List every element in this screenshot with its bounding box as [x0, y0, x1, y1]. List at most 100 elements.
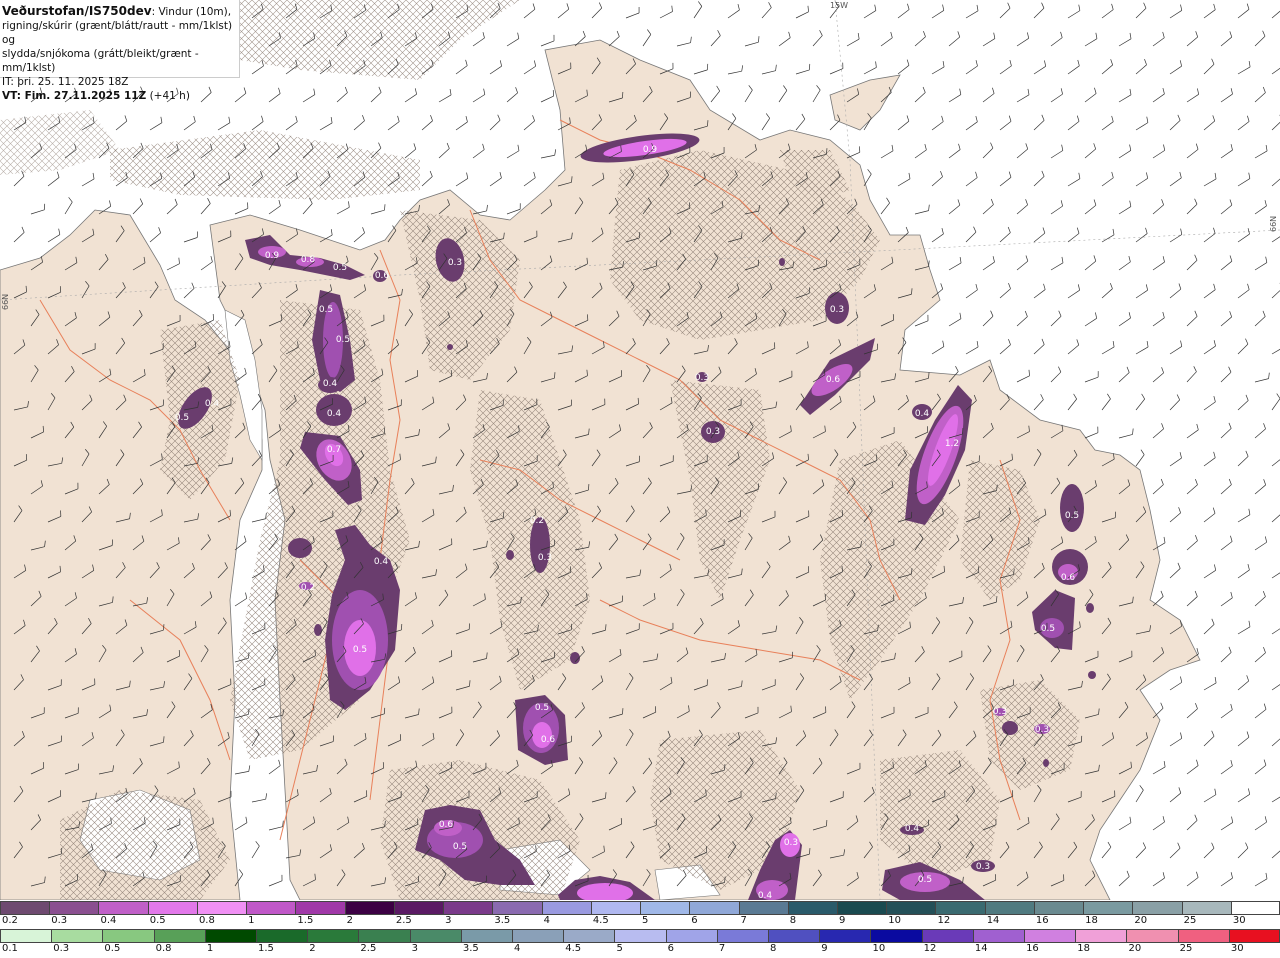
legend-label: 0.3 [53, 943, 70, 954]
precip-value-label: 0.5 [336, 335, 350, 345]
legend-cell: 0.3 [51, 929, 103, 955]
legend-swatch [147, 901, 197, 915]
legend-label: 4.5 [592, 915, 609, 926]
legend-swatch [1230, 901, 1280, 915]
legend-cell: 4 [512, 929, 564, 955]
legend-cell: 12 [935, 901, 985, 927]
legend-swatch [870, 929, 922, 943]
header-title-bold: Veðurstofan/IS750dev [2, 4, 152, 18]
legend-cell: 0.4 [98, 901, 148, 927]
legend-label: 5 [642, 915, 649, 926]
legend-swatch [768, 929, 820, 943]
legend-label: 4 [514, 943, 521, 954]
legend-cell: 1.5 [295, 901, 345, 927]
precip-value-label: 0.5 [319, 305, 333, 315]
legend-swatch [307, 929, 359, 943]
legend-swatch [51, 929, 103, 943]
precip-value-label: 0.2 [530, 516, 544, 526]
rain-legend: 0.1 0.3 0.5 0.8 1 1.5 2 2.5 3 3.5 4 4.5 5 6 7 8 9 10 12 14 1… [0, 929, 1280, 955]
legend-label: 4 [543, 915, 550, 926]
legend-cell: 18 [1083, 901, 1133, 927]
legend-cell: 25 [1177, 929, 1229, 955]
precip-value-label: 0.3 [1035, 725, 1049, 735]
legend-swatch [1083, 901, 1133, 915]
legend-cell: 14 [972, 929, 1025, 955]
legend-label: 1.5 [297, 915, 314, 926]
legend-label: 6 [691, 915, 698, 926]
snow-legend: 0.2 0.3 0.4 0.5 0.8 1 1.5 2 2.5 3 3.5 4 4.5 5 6 7 8 9 10 12… [0, 901, 1280, 927]
legend-swatch [1132, 901, 1182, 915]
legend-swatch [344, 901, 394, 915]
legend-cell: 0.3 [49, 901, 99, 927]
legend-cell: 6 [665, 929, 717, 955]
legend-label: 0.8 [198, 915, 215, 926]
header-valid-time: VT: Fim. 27.11.2025 11Z [2, 90, 147, 102]
legend-cell: 3.5 [492, 901, 542, 927]
forecast-map[interactable]: 0.9 0.9 0.8 0.5 0.6 0.3 0.5 0.5 0.4 0.4 0.7 0.5 0.4 0… [0, 0, 1280, 900]
precip-value-label: 0.3 [784, 838, 798, 848]
header-issue-time: IT: þri. 25. 11. 2025 18Z [2, 76, 129, 88]
legend-label: 12 [923, 943, 937, 954]
precip-value-label: 0.2 [301, 583, 315, 593]
precip-value-label: 0.4 [374, 557, 389, 567]
legend-cell: 1 [204, 929, 257, 955]
legend-cell: 9 [836, 901, 887, 927]
legend-swatch [836, 901, 887, 915]
legend-label: 1 [206, 943, 214, 954]
legend-label: 25 [1183, 915, 1197, 926]
legend-label: 3.5 [462, 943, 479, 954]
legend-cell: 12 [921, 929, 973, 955]
legend-label: 0.5 [149, 915, 166, 926]
map-header: Veðurstofan/IS750dev: Vindur (10m), rign… [0, 0, 240, 102]
legend-cell: 2.5 [358, 929, 410, 955]
legend-label: 1.5 [258, 943, 274, 954]
legend-cell: 4.5 [563, 929, 615, 955]
legend-cell: 4.5 [590, 901, 641, 927]
legend-swatch [819, 929, 871, 943]
legend-swatch [1126, 929, 1178, 943]
lon-label-top: 15W [830, 1, 848, 10]
legend-cell: 7 [716, 929, 769, 955]
legend-label: 14 [974, 943, 988, 954]
legend-cell: 8 [787, 901, 837, 927]
legend-swatch [640, 901, 690, 915]
legend-label: 7 [718, 943, 726, 954]
legend-swatch [1033, 901, 1084, 915]
legend-label: 2.5 [360, 943, 377, 954]
legend-swatch [153, 929, 205, 943]
legend-label: 2.5 [395, 915, 412, 926]
legend-swatch [614, 929, 666, 943]
legend-cell: 25 [1181, 901, 1231, 927]
precip-value-label: 0.5 [353, 645, 367, 655]
legend-label: 16 [1026, 943, 1039, 954]
legend-label: 3.5 [494, 915, 511, 926]
legend-swatch [102, 929, 154, 943]
legend-label: 6 [667, 943, 675, 954]
precip-value-label: 0.3 [695, 373, 709, 383]
legend-swatch [1181, 901, 1231, 915]
legend-swatch [738, 901, 788, 915]
legend-label: 2 [346, 915, 354, 926]
precip-value-label: 0.9 [643, 145, 658, 155]
legend-swatch [787, 901, 837, 915]
legend-cell: 4 [541, 901, 591, 927]
legend-label: 14 [986, 915, 1000, 926]
precip-value-label: 0.5 [1041, 624, 1055, 634]
legend-cell: 3.5 [460, 929, 513, 955]
legend-label: 3 [411, 943, 418, 954]
precip-value-label: 0.4 [758, 891, 773, 900]
legend-cell: 2 [307, 929, 359, 955]
legend-cell: 1 [246, 901, 296, 927]
legend-swatch [1177, 929, 1229, 943]
legend-swatch [393, 901, 444, 915]
precip-value-label: 0.5 [918, 875, 932, 885]
legend-label: 3 [445, 915, 452, 926]
legend-label: 18 [1077, 943, 1090, 954]
legend-swatch [196, 901, 247, 915]
legend-cell: 20 [1126, 929, 1178, 955]
legend-cell: 14 [984, 901, 1034, 927]
legend-swatch [716, 929, 769, 943]
precip-value-label: 0.5 [333, 263, 347, 273]
header-line3: slydda/snjókoma (grátt/bleikt/grænt - mm… [2, 48, 199, 74]
legend-label: 8 [770, 943, 777, 954]
